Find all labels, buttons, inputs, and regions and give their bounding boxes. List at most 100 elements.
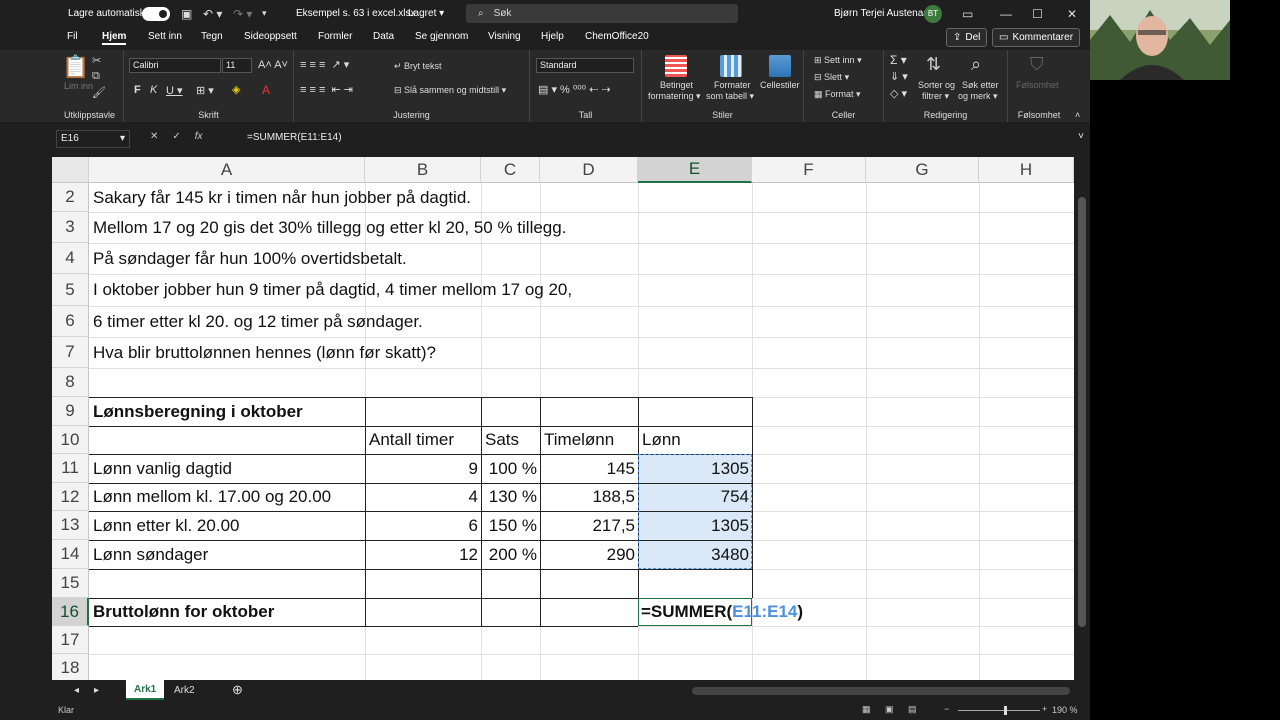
autosum-icon[interactable]: Σ ▾: [890, 53, 907, 67]
search-box[interactable]: ⌕ Søk: [466, 4, 738, 23]
header-pay[interactable]: Lønn: [639, 426, 684, 454]
rate-cell[interactable]: 200 %: [481, 540, 540, 569]
autosave-toggle[interactable]: [142, 6, 170, 21]
row-header[interactable]: 15: [52, 569, 89, 598]
sheet-tab-ark1[interactable]: Ark1: [126, 680, 165, 700]
font-color-icon[interactable]: A: [262, 83, 270, 97]
tab-formler[interactable]: Formler: [318, 31, 352, 42]
conditional-format-icon[interactable]: [665, 55, 687, 77]
tab-hjem[interactable]: Hjem: [102, 31, 127, 45]
row-header[interactable]: 18: [52, 654, 89, 680]
number-format-field[interactable]: Standard: [536, 58, 634, 73]
next-sheet-icon[interactable]: ▸: [86, 680, 107, 700]
column-header[interactable]: D: [540, 157, 638, 183]
close-icon[interactable]: ✕: [1067, 0, 1077, 27]
hours-cell[interactable]: 6: [365, 511, 481, 540]
formula-input[interactable]: =SUMMER(E11:E14): [243, 130, 1078, 148]
cell-a4[interactable]: På søndager får hun 100% overtidsbetalt.: [90, 243, 410, 274]
row-header[interactable]: 16: [52, 598, 89, 626]
sheet-tab-ark2[interactable]: Ark2: [166, 680, 203, 700]
rate-cell[interactable]: 100 %: [481, 454, 540, 483]
cell-styles-icon[interactable]: [769, 55, 791, 77]
name-box-dropdown-icon[interactable]: ▾: [120, 131, 125, 147]
spreadsheet-grid[interactable]: A B C D E F G H 2 3 4 5 6 7 8 9 10 11 12…: [52, 157, 1074, 680]
row-header[interactable]: 7: [52, 337, 89, 368]
row-label[interactable]: Lønn vanlig dagtid: [90, 454, 235, 483]
hours-cell[interactable]: 12: [365, 540, 481, 569]
number-format-icons[interactable]: ▤ ▾ % ⁰⁰⁰ ⇠ ⇢: [538, 83, 611, 96]
row-header[interactable]: 17: [52, 626, 89, 654]
find-select-icon[interactable]: ⌕: [971, 54, 981, 75]
comments-button[interactable]: ▭ Kommentarer: [992, 28, 1081, 47]
paste-icon[interactable]: 📋: [62, 54, 89, 80]
header-wage[interactable]: Timelønn: [541, 426, 617, 454]
saved-status[interactable]: Lagret ▾: [408, 0, 444, 27]
select-all-corner[interactable]: [52, 157, 89, 183]
wage-cell[interactable]: 290: [540, 540, 638, 569]
column-header[interactable]: C: [481, 157, 540, 183]
row-label[interactable]: Lønn søndager: [90, 540, 211, 569]
row-header[interactable]: 11: [52, 454, 89, 483]
zoom-out-icon[interactable]: −: [944, 704, 949, 714]
delete-cells-button[interactable]: ⊟ Slett ▾: [814, 72, 849, 83]
format-cells-button[interactable]: ▦ Format ▾: [814, 89, 861, 100]
copy-icon[interactable]: ⧉: [92, 70, 100, 83]
wage-cell[interactable]: 188,5: [540, 483, 638, 511]
active-cell-editor[interactable]: =SUMMER(E11:E14): [638, 598, 803, 626]
wage-cell[interactable]: 217,5: [540, 511, 638, 540]
align-top-icons[interactable]: ≡ ≡ ≡ ↗ ▾: [300, 58, 349, 71]
row-header[interactable]: 9: [52, 397, 89, 426]
add-sheet-icon[interactable]: ⊕: [224, 680, 251, 700]
sort-filter-icon[interactable]: ⇅: [926, 54, 941, 75]
font-size-field[interactable]: 11: [222, 58, 252, 73]
clear-icon[interactable]: ◇ ▾: [890, 87, 907, 100]
name-box[interactable]: E16 ▾: [56, 130, 130, 148]
tab-visning[interactable]: Visning: [488, 31, 521, 42]
column-header[interactable]: G: [866, 157, 979, 183]
view-layout-icon[interactable]: ▣: [885, 704, 894, 715]
table-title[interactable]: Lønnsberegning i oktober: [90, 397, 306, 426]
row-header[interactable]: 12: [52, 483, 89, 511]
horizontal-scrollbar[interactable]: [692, 687, 1070, 695]
row-header[interactable]: 13: [52, 511, 89, 540]
row-header[interactable]: 3: [52, 212, 89, 243]
share-button[interactable]: ⇪ Del: [946, 28, 988, 47]
row-header[interactable]: 8: [52, 368, 89, 397]
format-table-icon[interactable]: [720, 55, 742, 77]
ribbon-display-icon[interactable]: ▭: [962, 0, 973, 27]
tab-chemoffice[interactable]: ChemOffice20: [585, 31, 649, 42]
row-header[interactable]: 4: [52, 243, 89, 274]
cell-a5[interactable]: I oktober jobber hun 9 timer på dagtid, …: [90, 274, 575, 306]
cancel-icon[interactable]: ✕: [150, 131, 158, 142]
tab-hjelp[interactable]: Hjelp: [541, 31, 564, 42]
wrap-text-button[interactable]: ↵ Bryt tekst: [394, 61, 442, 72]
insert-cells-button[interactable]: ⊞ Sett inn ▾: [814, 55, 862, 66]
prev-sheet-icon[interactable]: ◂: [66, 680, 87, 700]
sensitivity-icon[interactable]: ⛉: [1030, 54, 1044, 75]
expand-formula-icon[interactable]: ˅: [1078, 131, 1084, 142]
column-header[interactable]: B: [365, 157, 481, 183]
font-name-field[interactable]: Calibri: [129, 58, 221, 73]
row-header[interactable]: 14: [52, 540, 89, 569]
save-icon[interactable]: ▣: [181, 0, 192, 27]
italic-icon[interactable]: K: [150, 84, 157, 96]
total-label[interactable]: Bruttolønn for oktober: [90, 598, 277, 626]
row-header[interactable]: 5: [52, 274, 89, 306]
header-hours[interactable]: Antall timer: [366, 426, 457, 454]
align-center-icons[interactable]: ≡ ≡ ≡ ⇤ ⇥: [300, 83, 353, 96]
row-label[interactable]: Lønn mellom kl. 17.00 og 20.00: [90, 483, 334, 511]
tab-sideoppsett[interactable]: Sideoppsett: [244, 31, 297, 42]
rate-cell[interactable]: 150 %: [481, 511, 540, 540]
enter-icon[interactable]: ✓: [172, 131, 180, 142]
row-header[interactable]: 6: [52, 306, 89, 337]
vertical-scrollbar[interactable]: [1074, 157, 1090, 680]
column-header[interactable]: F: [752, 157, 866, 183]
rate-cell[interactable]: 130 %: [481, 483, 540, 511]
vertical-scroll-thumb[interactable]: [1078, 197, 1086, 627]
tab-se-gjennom[interactable]: Se gjennom: [415, 31, 468, 42]
insert-function-icon[interactable]: fx: [195, 131, 203, 142]
fill-icon[interactable]: ⇓ ▾: [890, 70, 908, 83]
hours-cell[interactable]: 4: [365, 483, 481, 511]
wage-cell[interactable]: 145: [540, 454, 638, 483]
format-painter-icon[interactable]: 🖌: [92, 86, 106, 99]
